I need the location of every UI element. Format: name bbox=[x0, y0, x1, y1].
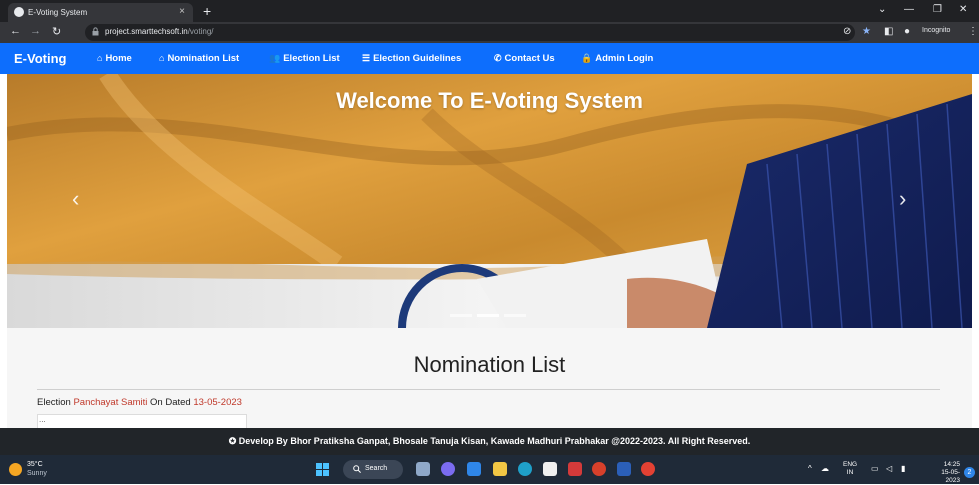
home-icon: ⌂ bbox=[97, 53, 103, 63]
system-clock[interactable]: 14:25 15-05-2023 bbox=[934, 461, 960, 485]
tab-title: E-Voting System bbox=[28, 8, 88, 17]
nav-home[interactable]: ⌂ Home bbox=[97, 53, 132, 64]
star-icon[interactable]: ★ bbox=[862, 26, 871, 37]
windows-taskbar: 35°C Sunny Search ^ ☁ ENG IN ▭ ◁ ▮ 14:25 1… bbox=[0, 455, 979, 484]
carousel-next-icon[interactable]: › bbox=[899, 186, 906, 212]
file-explorer-icon[interactable] bbox=[493, 462, 507, 476]
globe-icon: ✪ bbox=[228, 436, 239, 446]
lock-icon bbox=[92, 27, 99, 36]
incognito-label[interactable]: Incognito bbox=[922, 27, 950, 34]
list-icon: ☰ bbox=[362, 53, 371, 63]
store-icon[interactable] bbox=[543, 462, 557, 476]
carousel-indicator-3[interactable] bbox=[504, 314, 526, 317]
users-icon: 👥 bbox=[269, 53, 281, 63]
site-footer: ✪ Develop By Bhor Pratiksha Ganpat, Bhos… bbox=[0, 428, 979, 455]
carousel-prev-icon[interactable]: ‹ bbox=[72, 186, 79, 212]
nav-election-list[interactable]: 👥 Election List bbox=[269, 53, 340, 64]
reload-icon[interactable]: ↻ bbox=[52, 25, 61, 38]
weather-temp[interactable]: 35°C bbox=[27, 461, 43, 468]
browser-tabstrip: E-Voting System × + ⌄ — ❐ ✕ bbox=[0, 0, 979, 22]
nav-election-guidelines[interactable]: ☰ Election Guidelines bbox=[362, 53, 461, 64]
powerpoint-icon[interactable] bbox=[592, 462, 606, 476]
nav-nomination-list[interactable]: ⌂ Nomination List bbox=[159, 53, 239, 64]
minimize-icon[interactable]: — bbox=[904, 4, 914, 15]
back-icon[interactable]: ← bbox=[10, 25, 21, 37]
windows-start-icon[interactable] bbox=[316, 463, 329, 476]
close-tab-icon[interactable]: × bbox=[179, 6, 185, 17]
phone-icon: ✆ bbox=[494, 53, 502, 63]
menu-icon[interactable]: ⋮ bbox=[968, 26, 978, 37]
battery-icon[interactable]: ▮ bbox=[901, 464, 905, 473]
weather-desc[interactable]: Sunny bbox=[27, 470, 47, 477]
edge-icon[interactable] bbox=[518, 462, 532, 476]
cloud-icon[interactable]: ☁ bbox=[821, 464, 829, 473]
eye-off-icon[interactable]: ⊘ bbox=[843, 26, 851, 37]
volume-icon[interactable]: ◁ bbox=[886, 464, 892, 473]
notification-badge[interactable]: 2 bbox=[964, 467, 975, 478]
chat-icon[interactable] bbox=[441, 462, 455, 476]
close-window-icon[interactable]: ✕ bbox=[959, 4, 967, 15]
word-icon[interactable] bbox=[617, 462, 631, 476]
widgets-icon[interactable] bbox=[467, 462, 481, 476]
nav-admin-login[interactable]: 🔒 Admin Login bbox=[581, 53, 653, 64]
restore-icon[interactable]: ❐ bbox=[933, 4, 942, 15]
footer-text: ✪ Develop By Bhor Pratiksha Ganpat, Bhos… bbox=[228, 436, 751, 446]
chevron-up-icon[interactable]: ^ bbox=[808, 464, 812, 473]
url-text: project.smarttechsoft.in/voting/ bbox=[105, 27, 214, 36]
home-icon: ⌂ bbox=[159, 53, 165, 63]
wifi-icon[interactable]: ▭ bbox=[871, 464, 879, 473]
nomination-section: Nomination List Election Panchayat Samit… bbox=[7, 328, 972, 428]
forward-icon[interactable]: → bbox=[30, 25, 41, 37]
lock-icon: 🔒 bbox=[581, 53, 593, 63]
address-bar[interactable]: project.smarttechsoft.in/voting/ bbox=[85, 24, 855, 41]
carousel-indicator-2[interactable] bbox=[477, 314, 499, 317]
nav-contact-us[interactable]: ✆ Contact Us bbox=[494, 53, 555, 64]
hero-carousel: Welcome To E-Voting System ‹ › bbox=[7, 74, 972, 328]
carousel-indicator-1[interactable] bbox=[450, 314, 472, 317]
globe-icon bbox=[14, 7, 24, 17]
carousel-title: Welcome To E-Voting System bbox=[336, 88, 643, 113]
browser-tab[interactable]: E-Voting System × bbox=[8, 3, 193, 22]
divider bbox=[37, 389, 940, 390]
language-indicator[interactable]: ENG IN bbox=[843, 461, 857, 477]
candidate-image: ... bbox=[37, 414, 247, 428]
site-navbar: E-Voting ⌂ Home ⌂ Nomination List 👥 Electio… bbox=[0, 43, 979, 74]
browser-toolbar: ← → ↻ project.smarttechsoft.in/voting/ ⊘… bbox=[0, 22, 979, 43]
sun-icon[interactable] bbox=[9, 463, 22, 476]
chrome-icon[interactable] bbox=[641, 462, 655, 476]
task-view-icon[interactable] bbox=[416, 462, 430, 476]
mcafee-icon[interactable] bbox=[568, 462, 582, 476]
broken-image-icon: ... bbox=[39, 415, 46, 424]
election-name: Panchayat Samiti bbox=[73, 397, 148, 408]
taskbar-search[interactable]: Search bbox=[343, 460, 403, 479]
sidepanel-icon[interactable]: ◧ bbox=[884, 26, 893, 37]
election-date: 13-05-2023 bbox=[193, 397, 242, 408]
search-icon bbox=[353, 465, 361, 473]
incognito-icon: ● bbox=[904, 26, 911, 37]
tab-search-icon[interactable]: ⌄ bbox=[878, 4, 886, 15]
new-tab-button[interactable]: + bbox=[203, 3, 211, 19]
election-info: Election Panchayat Samiti On Dated 13-05… bbox=[37, 397, 242, 408]
brand-logo[interactable]: E-Voting bbox=[14, 51, 66, 66]
section-title: Nomination List bbox=[413, 352, 566, 377]
